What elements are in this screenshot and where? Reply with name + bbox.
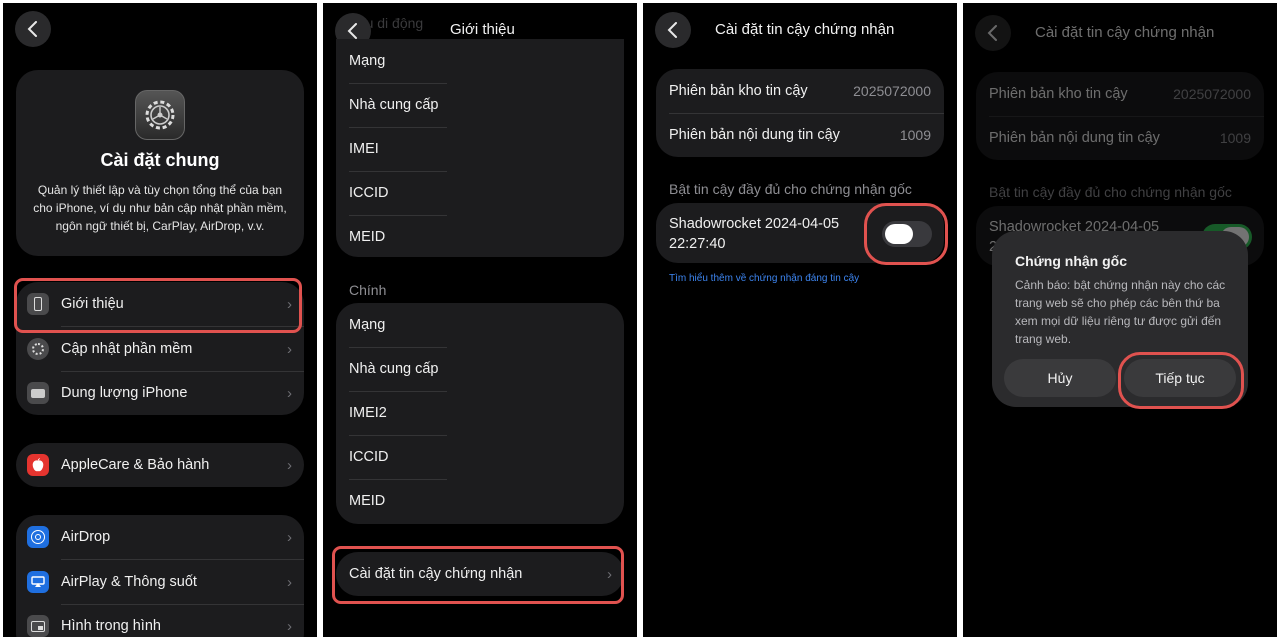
- header-card: Cài đặt chung Quản lý thiết lập và tùy c…: [16, 70, 304, 256]
- back-button[interactable]: [975, 15, 1011, 51]
- row-applecare[interactable]: AppleCare & Bảo hành ›: [16, 443, 304, 487]
- page-title: Cài đặt chung: [100, 150, 220, 170]
- row-label: AirDrop: [61, 529, 111, 545]
- row-storage[interactable]: Dung lượng iPhone ›: [16, 371, 304, 415]
- row-label: Dung lượng iPhone: [61, 385, 188, 401]
- page-description: Quản lý thiết lập và tùy chọn tổng thể c…: [33, 183, 287, 233]
- highlight-about: [14, 278, 302, 333]
- airplay-icon: [27, 571, 49, 593]
- row-label: AirPlay & Thông suốt: [61, 574, 197, 590]
- trust-info-group: Phiên bản kho tin cậy 2025072000 Phiên b…: [656, 69, 944, 157]
- settings-group-2: AppleCare & Bảo hành ›: [16, 443, 304, 487]
- airdrop-icon: [27, 526, 49, 548]
- chevron-left-icon: [347, 23, 357, 39]
- learn-more-link[interactable]: Tìm hiểu thêm về chứng nhận đáng tin cậy: [669, 273, 859, 284]
- settings-gear-icon: [135, 90, 185, 140]
- highlight-toggle: [864, 203, 948, 265]
- chevron-right-icon: ›: [287, 384, 292, 402]
- row-imei2: IMEI2: [349, 405, 387, 421]
- chevron-left-icon: [987, 25, 997, 41]
- asset-version-value: 1009: [899, 127, 931, 143]
- row-label: AppleCare & Bảo hành: [61, 457, 210, 473]
- row-network: Mạng: [349, 53, 386, 69]
- highlight-continue: [1118, 352, 1244, 409]
- apple-icon: [27, 454, 49, 476]
- row-carrier: Nhà cung cấp: [349, 97, 439, 113]
- cert-trust-alert-screen: Cài đặt tin cậy chứng nhận Phiên bản kho…: [963, 3, 1277, 637]
- chevron-right-icon: ›: [287, 573, 292, 591]
- chevron-right-icon: ›: [287, 340, 292, 358]
- chevron-right-icon: ›: [287, 456, 292, 474]
- chevron-left-icon: [27, 21, 37, 37]
- about-screen: ...iệu di động Giới thiệu Mạng Nhà cung …: [323, 3, 637, 637]
- chevron-right-icon: ›: [287, 617, 292, 635]
- info-group-2: Mạng Nhà cung cấp IMEI2 ICCID MEID: [336, 303, 624, 524]
- back-button[interactable]: [15, 11, 51, 47]
- alert-message: Cảnh báo: bật chứng nhận này cho các tra…: [1015, 278, 1226, 346]
- row-airplay[interactable]: AirPlay & Thông suốt ›: [16, 560, 304, 604]
- cert-trust-screen: Cài đặt tin cậy chứng nhận Phiên bản kho…: [643, 3, 957, 637]
- row-meid: MEID: [349, 229, 386, 245]
- store-version-value: 2025072000: [853, 83, 931, 99]
- row-carrier: Nhà cung cấp: [349, 361, 439, 377]
- chevron-right-icon: ›: [287, 528, 292, 546]
- settings-group-3: AirDrop › AirPlay & Thông suốt › Hình tr…: [16, 515, 304, 637]
- info-group-1: Mạng Nhà cung cấp IMEI ICCID MEID: [336, 39, 624, 257]
- gear-badge-icon: [27, 338, 49, 360]
- trust-info-group: Phiên bản kho tin cậy 2025072000 Phiên b…: [976, 72, 1264, 160]
- storage-icon: [27, 382, 49, 404]
- row-iccid: ICCID: [349, 185, 389, 201]
- back-button[interactable]: [655, 12, 691, 48]
- cert-name: Shadowrocket 2024-04-05 22:27:40: [669, 216, 840, 252]
- general-settings-screen: Cài đặt chung Quản lý thiết lập và tùy c…: [3, 3, 317, 637]
- cancel-button[interactable]: Hủy: [1004, 359, 1116, 397]
- alert-title: Chứng nhận gốc: [1015, 253, 1128, 269]
- nav-title: Cài đặt tin cậy chứng nhận: [715, 21, 895, 38]
- row-asset-version: Phiên bản nội dung tin cậy 1009: [989, 130, 1251, 146]
- row-network: Mạng: [349, 317, 386, 333]
- section-label-full-trust: Bật tin cậy đầy đủ cho chứng nhận gốc: [669, 181, 912, 197]
- row-meid: MEID: [349, 493, 386, 509]
- row-asset-version: Phiên bản nội dung tin cậy 1009: [669, 127, 931, 143]
- section-label-full-trust: Bật tin cậy đầy đủ cho chứng nhận gốc: [989, 184, 1232, 200]
- row-imei: IMEI: [349, 141, 379, 157]
- chevron-left-icon: [667, 22, 677, 38]
- row-store-version: Phiên bản kho tin cậy 2025072000: [669, 83, 931, 99]
- row-pip[interactable]: Hình trong hình ›: [16, 604, 304, 637]
- row-label: Cập nhật phần mềm: [61, 341, 193, 357]
- row-iccid: ICCID: [349, 449, 389, 465]
- nav-title: Giới thiệu: [450, 21, 515, 38]
- row-airdrop[interactable]: AirDrop ›: [16, 515, 304, 559]
- row-label: Hình trong hình: [61, 618, 161, 634]
- row-software-update[interactable]: Cập nhật phần mềm ›: [16, 327, 304, 371]
- highlight-cert-trust: [332, 546, 624, 604]
- pip-icon: [27, 615, 49, 637]
- nav-title: Cài đặt tin cậy chứng nhận: [1035, 24, 1215, 41]
- section-label-primary: Chính: [349, 282, 387, 298]
- row-store-version: Phiên bản kho tin cậy 2025072000: [989, 86, 1251, 102]
